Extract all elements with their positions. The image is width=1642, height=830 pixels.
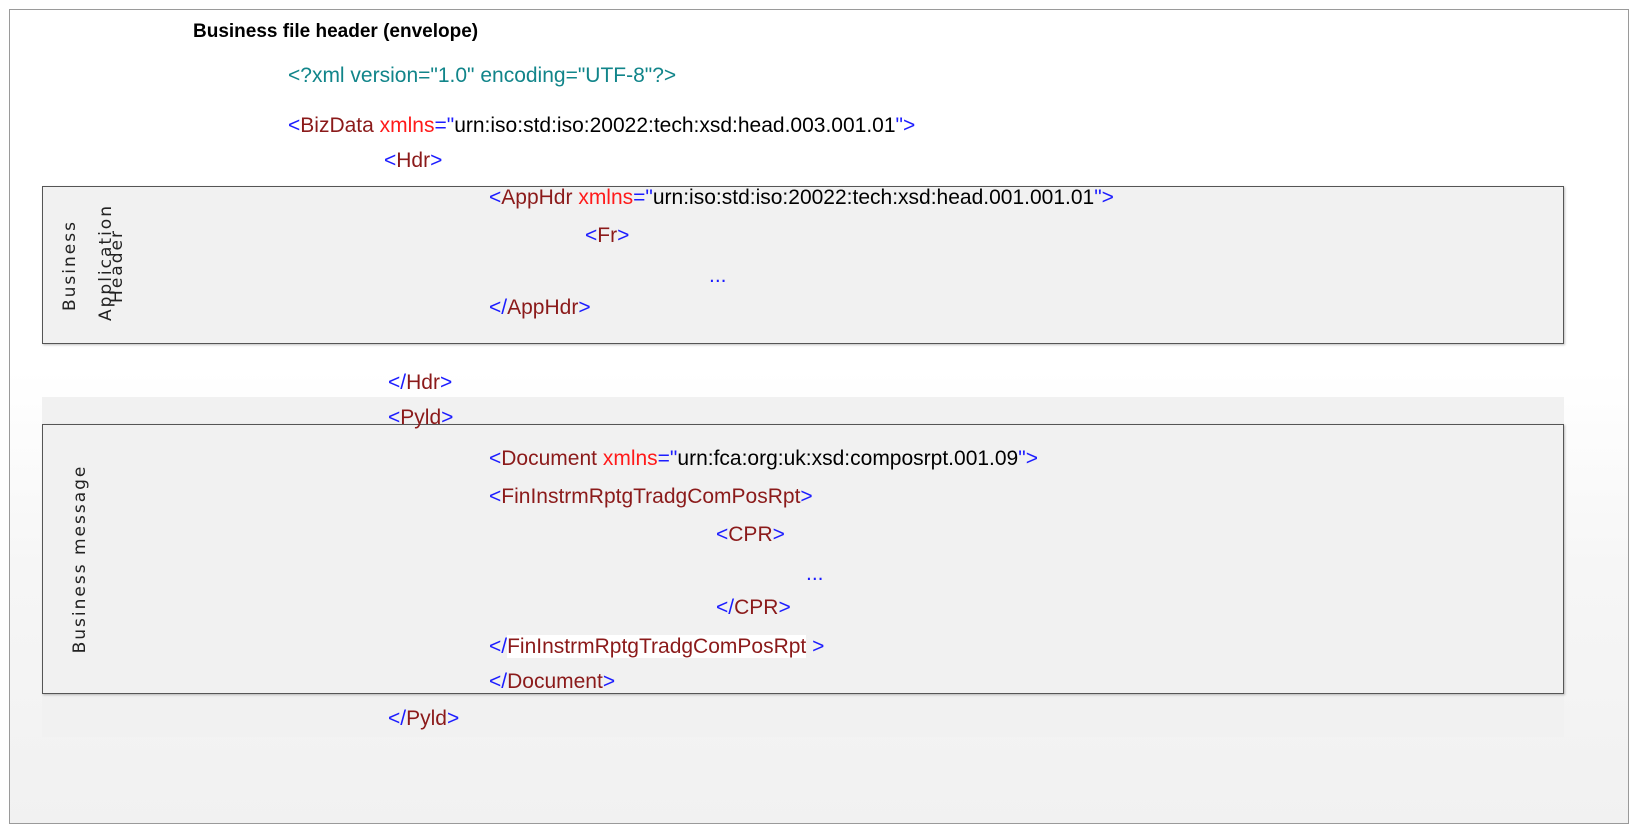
element-name: Pyld xyxy=(406,707,447,730)
bracket: < xyxy=(489,447,502,470)
element-name: Pyld xyxy=(400,406,442,429)
bracket: </ xyxy=(489,296,508,319)
fr-open-tag: <Fr> xyxy=(585,222,629,250)
equals: =" xyxy=(434,114,455,137)
fininstrm-open-tag: <FinInstrmRptgTradgComPosRpt> xyxy=(489,483,813,511)
element-name: Document xyxy=(507,670,603,693)
element-name: CPR xyxy=(734,596,779,619)
bizdata-open-tag: <BizData xmlns="urn:iso:std:iso:20022:te… xyxy=(288,112,915,140)
apphdr-ellipsis: ... xyxy=(709,262,727,290)
pyld-open-tag: <Pyld> xyxy=(388,404,453,432)
attribute-name: xmlns xyxy=(578,186,634,209)
bracket: > xyxy=(441,406,454,429)
hdr-close-tag: </Hdr> xyxy=(388,369,452,397)
bracket: "> xyxy=(1018,447,1038,470)
element-name: AppHdr xyxy=(501,186,573,209)
pyld-close-tag: </Pyld> xyxy=(388,705,459,733)
bracket: < xyxy=(388,406,401,429)
bracket: > xyxy=(617,224,630,247)
xml-declaration: <?xml version="1.0" encoding="UTF-8"?> xyxy=(288,62,676,90)
bracket: < xyxy=(288,114,301,137)
bracket: </ xyxy=(489,670,508,693)
element-name: Hdr xyxy=(406,371,440,394)
bracket: < xyxy=(585,224,598,247)
bracket: < xyxy=(384,149,397,172)
xml-declaration-text: <?xml version="1.0" encoding="UTF-8"?> xyxy=(288,64,677,87)
bracket: < xyxy=(489,186,502,209)
bracket: </ xyxy=(388,371,407,394)
element-name: Fr xyxy=(597,224,618,247)
bah-label-line3: Header xyxy=(107,229,127,303)
attribute-name: xmlns xyxy=(602,447,658,470)
bracket: </ xyxy=(716,596,735,619)
bracket: > xyxy=(446,707,460,730)
bracket: < xyxy=(489,485,502,508)
attribute-value: urn:iso:std:iso:20022:tech:xsd:head.001.… xyxy=(652,186,1095,209)
hdr-open-tag: <Hdr> xyxy=(384,147,442,175)
bracket: > xyxy=(602,670,616,693)
element-name: BizData xyxy=(300,114,374,137)
diagram-title: Business file header (envelope) xyxy=(193,21,479,42)
bracket: </ xyxy=(388,707,407,730)
element-name: CPR xyxy=(728,523,773,546)
bracket: > xyxy=(578,296,591,319)
attribute-value: urn:iso:std:iso:20022:tech:xsd:head.003.… xyxy=(454,114,896,137)
bracket: > xyxy=(778,596,791,619)
cpr-open-tag: <CPR> xyxy=(716,521,785,549)
attribute-name: xmlns xyxy=(379,114,435,137)
business-message-label: Business message xyxy=(70,464,90,654)
bracket: > xyxy=(772,523,785,546)
element-name: Document xyxy=(501,447,597,470)
bracket: </ xyxy=(489,635,508,658)
ellipsis: ... xyxy=(806,562,824,585)
ellipsis: ... xyxy=(709,264,727,287)
bracket: > xyxy=(439,371,453,394)
element-name: FinInstrmRptgTradgComPosRpt xyxy=(507,635,807,658)
bracket: "> xyxy=(895,114,916,137)
apphdr-open-tag: <AppHdr xmlns="urn:iso:std:iso:20022:tec… xyxy=(489,184,1114,212)
bracket: > xyxy=(800,485,813,508)
element-name: FinInstrmRptgTradgComPosRpt xyxy=(501,485,801,508)
document-open-tag: <Document xmlns="urn:fca:org:uk:xsd:comp… xyxy=(489,445,1038,473)
cpr-ellipsis: ... xyxy=(806,560,824,588)
bracket: > xyxy=(806,635,825,658)
attribute-value: urn:fca:org:uk:xsd:composrpt.001.09 xyxy=(677,447,1019,470)
apphdr-close-tag: </AppHdr> xyxy=(489,294,591,322)
cpr-close-tag: </CPR> xyxy=(716,594,791,622)
equals: =" xyxy=(657,447,678,470)
equals: =" xyxy=(633,186,653,209)
bracket: < xyxy=(716,523,729,546)
bah-label-line1: Business xyxy=(60,220,80,311)
bracket: "> xyxy=(1094,186,1114,209)
document-close-tag: </Document> xyxy=(489,668,615,696)
element-name: Hdr xyxy=(396,149,431,172)
bracket: > xyxy=(430,149,443,172)
element-name: AppHdr xyxy=(507,296,579,319)
fininstrm-close-tag: </FinInstrmRptgTradgComPosRpt > xyxy=(489,633,824,661)
